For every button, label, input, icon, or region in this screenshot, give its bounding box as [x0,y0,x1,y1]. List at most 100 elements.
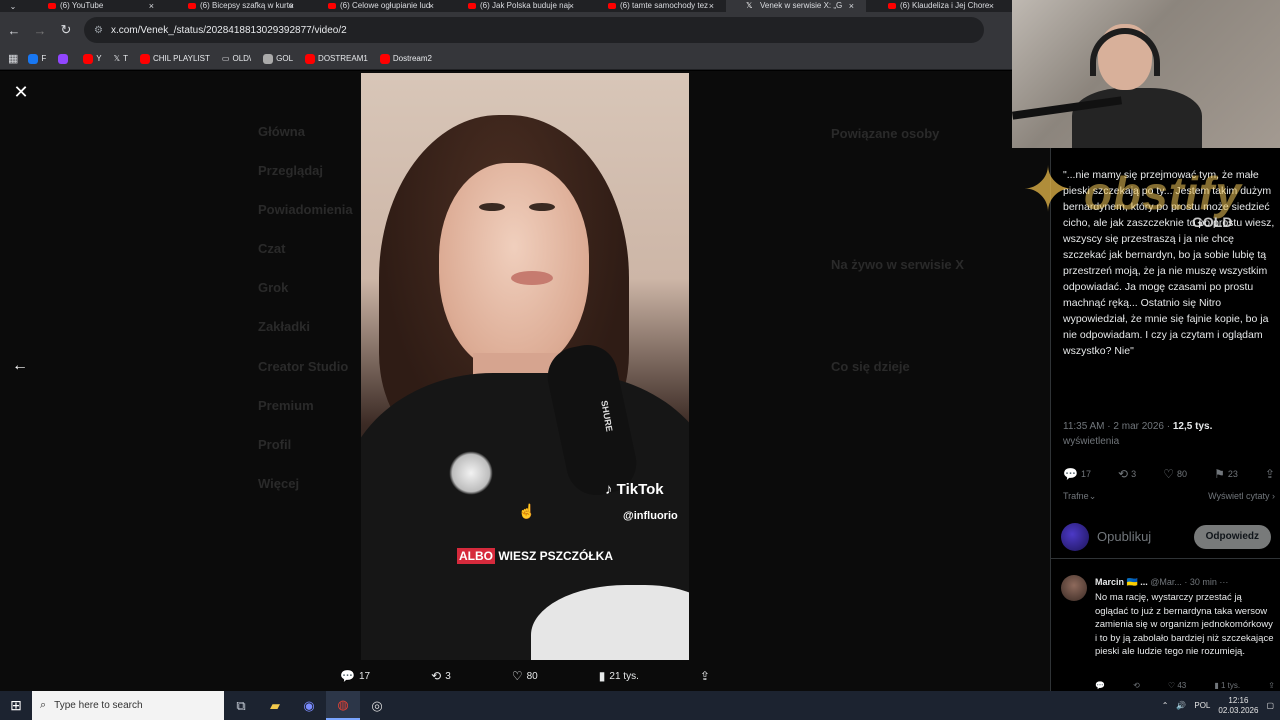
like-button[interactable]: ♡ 43 [1168,681,1186,690]
reply-button[interactable]: 💬 [1095,681,1105,690]
browser-tab[interactable]: (6) tamte samochody tez × [586,0,726,12]
close-tab-icon[interactable]: × [289,0,294,12]
views-button[interactable]: ▮ 1 tys. [1214,681,1240,690]
video-caption: ALBO WIESZ PSZCZÓŁKA [457,548,613,564]
browser-tab-active[interactable]: 𝕏 Venek w serwisie X: „G × [726,0,866,12]
bookmark-item[interactable] [58,53,71,64]
reload-icon[interactable]: ↻ [54,18,78,42]
reply-submit-button[interactable]: Odpowiedz [1193,524,1271,549]
close-tab-icon[interactable]: × [849,0,854,12]
bookmark-item[interactable]: Y [83,53,102,64]
facebook-icon [28,53,39,64]
forward-icon[interactable]: → [28,18,52,42]
bookmark-item[interactable]: 𝕏T [114,54,128,63]
apps-grid-icon[interactable]: ▦ [8,52,18,65]
repost-button[interactable]: ⟲ [1133,681,1140,690]
bg-nav-item: Przeglądaj [258,163,324,178]
bookmark-folder[interactable]: ▭ OLD\ [222,54,251,63]
reply-author-name[interactable]: Marcin 🇺🇦 ... [1095,577,1148,587]
taskbar-search-input[interactable]: ⌕ Type here to search [32,691,224,720]
close-tab-icon[interactable]: × [149,0,154,12]
view-count: 1 tys. [1221,681,1241,690]
chrome-icon[interactable]: ◍ [326,691,360,720]
tab-title: (6) Celowe ogłupianie lud [340,1,431,10]
video-frame-eye [529,203,555,211]
repost-button[interactable]: ⟲ 3 [1118,467,1136,481]
heart-icon: ♡ [1167,681,1176,690]
bookmark-item[interactable]: CHIL PLAYLIST [139,53,210,64]
clock[interactable]: 12:16 02.03.2026 [1218,696,1258,716]
language-indicator[interactable]: POL [1194,701,1210,710]
reply-text: No ma rację, wystarczy przestać ją ogląd… [1095,592,1274,657]
site-info-icon[interactable]: ⚙ [94,25,103,36]
tiktok-handle: @influorio [623,510,678,522]
browser-tab[interactable]: (6) Klaudeliza i Jej Chore × [866,0,1006,12]
close-tab-icon[interactable]: × [429,0,434,12]
reply-button[interactable]: 💬 17 [340,669,370,683]
youtube-icon [305,53,316,64]
reply-button[interactable]: 💬 17 [1063,467,1091,481]
share-button[interactable]: ⇪ [1265,467,1275,481]
browser-tab[interactable]: (6) YouTube × [26,0,166,12]
repost-button[interactable]: ⟲ 3 [431,669,451,683]
reply-icon: 💬 [1063,467,1078,481]
tab-title: (6) tamte samochody tez [620,1,709,10]
bookmark-count: 23 [1227,469,1238,479]
tweet-timestamp[interactable]: 11:35 AM · 2 mar 2026 · [1063,421,1173,432]
reply-author-handle: @Mar... [1150,577,1182,587]
obs-icon[interactable]: ◎ [360,691,394,720]
bookmark-button[interactable]: ⚑ 23 [1214,467,1238,481]
tab-search-icon[interactable]: ⌄ [0,0,26,12]
bar-chart-icon: ▮ [1214,681,1219,690]
repost-icon: ⟲ [431,669,442,683]
folder-icon: ▭ [221,54,230,63]
discord-icon[interactable]: ◉ [292,691,326,720]
bookmark-item[interactable]: F [28,53,46,64]
bookmark-icon: ⚑ [1214,467,1225,481]
url-input[interactable]: ⚙ x.com/Venek_/status/202841881302939287… [84,17,984,43]
share-icon[interactable]: ⇪ [1268,681,1275,690]
taskbar-search-placeholder: Type here to search [54,700,143,711]
close-tab-icon[interactable]: × [709,0,714,12]
close-tab-icon[interactable]: × [569,0,574,12]
file-explorer-icon[interactable]: ▰ [258,691,292,720]
reply-count: 17 [1080,469,1091,479]
tweet-stats: 💬 17 ⟲ 3 ♡ 80 ⚑ 23 ⇪ [1063,467,1275,481]
repost-icon: ⟲ [1118,467,1129,481]
tiktok-watermark: ♪ TikTok [605,481,664,498]
arrow-left-icon[interactable]: ← [10,357,30,377]
sort-dropdown[interactable]: Trafne⌄ [1063,491,1096,502]
notification-icon[interactable]: ▢ [1266,701,1274,710]
speaker-icon[interactable]: 🔊 [1176,701,1186,710]
close-icon[interactable]: ✕ [12,83,30,101]
windows-taskbar: ⊞ ⌕ Type here to search ⧉ ▰ ◉ ◍ ◎ ⌃ 🔊 POL… [0,691,1280,720]
bookmark-item[interactable]: DOSTREAM1 [305,53,368,64]
avatar[interactable] [1061,522,1089,551]
tab-title: (6) Klaudeliza i Jej Chore [900,1,990,10]
close-tab-icon[interactable]: × [989,0,994,12]
video-player[interactable]: SHURE ♪ TikTok @influorio ALBO WIESZ PSZ… [361,73,689,660]
tab-title: (6) Jak Polska buduje naj [480,1,570,10]
bookmark-label: OLD\ [232,54,252,63]
bookmark-item[interactable]: Dostream2 [379,53,432,64]
view-quotes-link[interactable]: Wyświetl cytaty › [1208,491,1275,502]
windows-start-icon[interactable]: ⊞ [0,691,32,720]
avatar[interactable] [1061,575,1087,601]
views-button[interactable]: ▮ 21 tys. [599,669,639,683]
reply-input[interactable]: Opublikuj [1097,529,1177,544]
task-view-icon[interactable]: ⧉ [224,691,258,720]
more-options-icon[interactable]: ··· [1219,577,1228,587]
like-button[interactable]: ♡ 80 [512,669,538,683]
back-icon[interactable]: ← [2,18,26,42]
youtube-icon [379,53,390,64]
share-button[interactable]: ⇪ [700,669,710,683]
browser-tab[interactable]: (6) Jak Polska buduje naj × [446,0,586,12]
browser-tab[interactable]: (6) Bicepsy szafką w kurto × [166,0,306,12]
browser-tab[interactable]: (6) Celowe ogłupianie lud × [306,0,446,12]
chevron-up-icon[interactable]: ⌃ [1162,701,1169,710]
like-button[interactable]: ♡ 80 [1163,467,1187,481]
media-action-bar: 💬 17 ⟲ 3 ♡ 80 ▮ 21 tys. ⇪ [340,666,710,686]
reply-stats: 💬 ⟲ ♡ 43 ▮ 1 tys. ⇪ [1095,681,1275,690]
bg-nav-item: Zakładki [258,319,311,334]
bookmark-item[interactable]: GOL [263,53,293,64]
